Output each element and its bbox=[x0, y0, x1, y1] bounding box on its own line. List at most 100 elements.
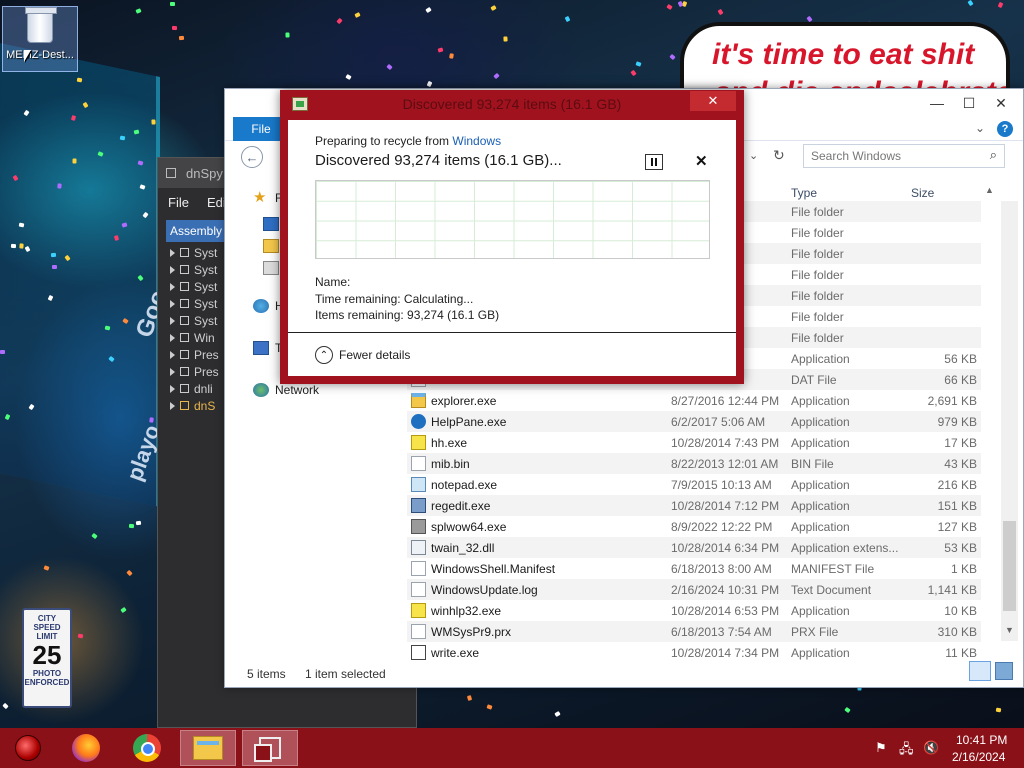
folder-icon bbox=[193, 736, 223, 760]
sign-text: PHOTO bbox=[32, 669, 62, 678]
file-size: 56 KB bbox=[944, 351, 977, 366]
taskbar-firefox[interactable] bbox=[58, 730, 114, 766]
printer-icon bbox=[411, 519, 426, 534]
downloads-icon[interactable] bbox=[263, 239, 279, 253]
file-type: Application extens... bbox=[791, 540, 899, 555]
expand-arrow-icon[interactable] bbox=[170, 248, 175, 257]
recycle-progress-dialog[interactable]: Discovered 93,274 items (16.1 GB) ✕ Prep… bbox=[280, 90, 744, 384]
pause-button[interactable] bbox=[645, 154, 663, 170]
file-row[interactable]: WindowsShell.Manifest 6/18/2013 8:00 AM MA… bbox=[407, 558, 981, 579]
confetti-piece bbox=[178, 35, 185, 41]
expand-arrow-icon[interactable] bbox=[170, 350, 175, 359]
menu-file[interactable]: File bbox=[168, 195, 189, 210]
file-row[interactable]: regedit.exe 10/28/2014 7:12 PM Application… bbox=[407, 495, 981, 516]
taskbar-chrome[interactable] bbox=[119, 730, 175, 766]
expand-arrow-icon[interactable] bbox=[170, 299, 175, 308]
file-name: winhlp32.exe bbox=[431, 603, 502, 618]
file-row[interactable]: hh.exe 10/28/2014 7:43 PM Application 17 KB bbox=[407, 432, 981, 453]
volume-muted-icon[interactable]: 🔇 bbox=[923, 740, 939, 756]
maximize-button[interactable]: ☐ bbox=[953, 92, 985, 114]
desktop-icon[interactable] bbox=[263, 217, 279, 231]
assembly-icon bbox=[180, 265, 189, 274]
nav-item-this-pc[interactable]: T bbox=[253, 341, 282, 355]
file-row[interactable]: HelpPane.exe 6/2/2017 5:06 AM Application 9… bbox=[407, 411, 981, 432]
desktop-icon-recycle-bin[interactable]: MEMZ-Dest... bbox=[2, 6, 78, 72]
window-icon bbox=[166, 168, 176, 178]
tree-node-label: Syst bbox=[194, 279, 218, 294]
source-folder-link[interactable]: Windows bbox=[452, 134, 501, 148]
back-button[interactable]: ← bbox=[241, 146, 263, 168]
taskbar-file-explorer[interactable] bbox=[180, 730, 236, 766]
expand-arrow-icon[interactable] bbox=[170, 367, 175, 376]
confetti-piece bbox=[503, 36, 508, 42]
taskbar-dnspy[interactable] bbox=[242, 730, 298, 766]
close-button[interactable]: ✕ bbox=[985, 92, 1017, 114]
file-name: WindowsUpdate.log bbox=[431, 582, 538, 597]
file-date: 10/28/2014 7:12 PM bbox=[671, 498, 780, 513]
expand-arrow-icon[interactable] bbox=[170, 384, 175, 393]
cancel-button[interactable]: ✕ bbox=[695, 152, 708, 170]
start-button[interactable] bbox=[0, 730, 56, 766]
nav-item-network[interactable]: Network bbox=[253, 383, 319, 397]
chevron-down-icon[interactable]: ⌄ bbox=[749, 149, 758, 162]
name-label: Name: bbox=[315, 275, 351, 289]
expand-arrow-icon[interactable] bbox=[170, 316, 175, 325]
confetti-piece bbox=[151, 119, 156, 125]
file-name: mib.bin bbox=[431, 456, 470, 471]
clock-time[interactable]: 10:41 PM bbox=[956, 733, 1007, 747]
scrollbar-thumb[interactable] bbox=[1003, 521, 1016, 611]
file-name: HelpPane.exe bbox=[431, 414, 507, 429]
regedit-icon bbox=[411, 498, 426, 513]
search-icon[interactable]: ⌕ bbox=[990, 147, 997, 163]
expand-arrow-icon[interactable] bbox=[170, 265, 175, 274]
scroll-down-icon[interactable]: ▼ bbox=[1005, 625, 1014, 635]
flag-icon[interactable]: ⚑ bbox=[875, 740, 887, 756]
refresh-icon[interactable]: ↻ bbox=[773, 147, 785, 164]
file-name: explorer.exe bbox=[431, 393, 497, 408]
file-row[interactable]: winhlp32.exe 10/28/2014 6:53 PM Applicatio… bbox=[407, 600, 981, 621]
file-row[interactable]: WindowsUpdate.log 2/16/2024 10:31 PM Text … bbox=[407, 579, 981, 600]
confetti-piece bbox=[354, 12, 361, 18]
file-name: splwow64.exe bbox=[431, 519, 507, 534]
expand-arrow-icon[interactable] bbox=[170, 333, 175, 342]
file-row[interactable]: explorer.exe 8/27/2016 12:44 PM Applicatio… bbox=[407, 390, 981, 411]
file-type: Application bbox=[791, 351, 850, 366]
file-icon bbox=[411, 624, 426, 639]
fewer-details-button[interactable]: ⌃ Fewer details bbox=[315, 346, 410, 364]
vertical-scrollbar[interactable]: ▼ bbox=[1001, 201, 1018, 641]
large-icons-view-button[interactable] bbox=[995, 662, 1013, 680]
clock-date[interactable]: 2/16/2024 bbox=[952, 750, 1005, 764]
confetti-piece bbox=[466, 695, 473, 701]
recent-places-icon[interactable] bbox=[263, 261, 279, 275]
column-header-size[interactable]: Size bbox=[911, 186, 934, 200]
search-input[interactable]: Search Windows ⌕ bbox=[803, 144, 1005, 168]
operation-source: Preparing to recycle from Windows bbox=[315, 134, 501, 148]
column-header-type[interactable]: Type bbox=[791, 186, 817, 200]
file-row[interactable]: WMSysPr9.prx 6/18/2013 7:54 AM PRX File 310… bbox=[407, 621, 981, 642]
expand-arrow-icon[interactable] bbox=[170, 401, 175, 410]
nav-label: Network bbox=[275, 383, 320, 397]
file-type: Application bbox=[791, 393, 850, 408]
network-tray-icon[interactable]: 🖧 bbox=[899, 740, 914, 762]
file-row[interactable]: twain_32.dll 10/28/2014 6:34 PM Applicatio… bbox=[407, 537, 981, 558]
status-bar: 5 items 1 item selected bbox=[225, 657, 1023, 687]
details-view-button[interactable] bbox=[969, 661, 991, 681]
file-date: 10/28/2014 7:43 PM bbox=[671, 435, 780, 450]
taskbar: ⚑ 🖧 🔇 10:41 PM 2/16/2024 bbox=[0, 728, 1024, 768]
confetti-piece bbox=[43, 565, 50, 571]
close-button[interactable]: ✕ bbox=[690, 91, 736, 111]
file-row[interactable]: splwow64.exe 8/9/2022 12:22 PM Application… bbox=[407, 516, 981, 537]
scroll-up-icon[interactable]: ▲ bbox=[985, 185, 994, 195]
confetti-piece bbox=[2, 702, 9, 710]
minimize-button[interactable]: — bbox=[921, 92, 953, 114]
help-icon[interactable]: ? bbox=[997, 121, 1013, 137]
confetti-piece bbox=[0, 350, 5, 354]
file-row[interactable]: mib.bin 8/22/2013 12:01 AM BIN File 43 KB bbox=[407, 453, 981, 474]
dialog-body: Preparing to recycle from Windows Discov… bbox=[288, 120, 736, 376]
dialog-titlebar[interactable]: Discovered 93,274 items (16.1 GB) ✕ bbox=[280, 90, 744, 118]
expand-arrow-icon[interactable] bbox=[170, 282, 175, 291]
question-icon bbox=[411, 603, 426, 618]
chevron-down-icon[interactable]: ⌄ bbox=[975, 121, 985, 135]
confetti-piece bbox=[51, 264, 58, 270]
file-row[interactable]: notepad.exe 7/9/2015 10:13 AM Application 2… bbox=[407, 474, 981, 495]
